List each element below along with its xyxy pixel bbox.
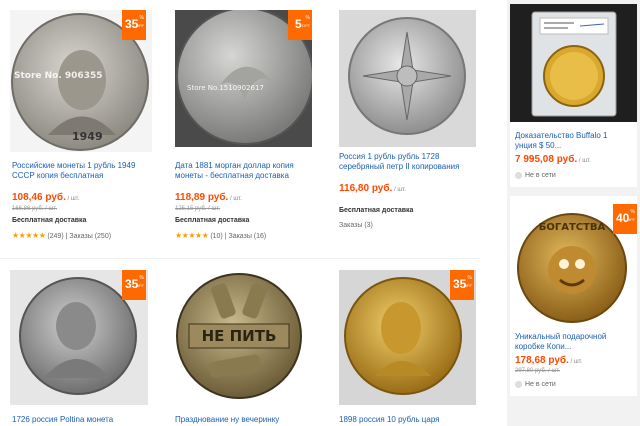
orders-count: Заказы (3) bbox=[339, 222, 373, 229]
svg-text:Store No.1510902617: Store No.1510902617 bbox=[187, 84, 264, 92]
old-price: 125,15 руб. / шт. bbox=[175, 206, 221, 212]
product-title[interactable]: 1726 россия Poltina монета bbox=[12, 415, 162, 425]
seller-status: Не в сети bbox=[515, 172, 556, 179]
product-card[interactable]: НЕ ПИТЬ Празднование ну вечеринку bbox=[175, 270, 325, 426]
product-image[interactable] bbox=[510, 4, 637, 122]
seller-status: Не в сети bbox=[515, 381, 556, 388]
rating-row: ★★★★★ (10) | Заказы (16) bbox=[175, 231, 267, 240]
discount-badge: 40 % OFF bbox=[613, 204, 637, 234]
shipping-label: Бесплатная доставка bbox=[12, 217, 87, 224]
svg-text:НЕ ПИТЬ: НЕ ПИТЬ bbox=[202, 327, 277, 345]
product-title[interactable]: Доказательство Buffalo 1 унция $ 50... bbox=[515, 131, 637, 151]
discount-badge: 35 % OFF bbox=[122, 10, 146, 40]
old-price: 297,80 руб. / шт. bbox=[515, 368, 561, 374]
product-title[interactable]: Уникальный подарочной коробке Копи... bbox=[515, 332, 637, 352]
rating-row: ★★★★★ (249) | Заказы (250) bbox=[12, 231, 112, 240]
shipping-label: Бесплатная доставка bbox=[339, 207, 414, 214]
product-price: 7 995,08 руб. / шт. bbox=[515, 154, 591, 165]
star-rating-icon: ★★★★★ bbox=[175, 231, 209, 240]
shipping-label: Бесплатная доставка bbox=[175, 217, 250, 224]
offline-status-icon bbox=[515, 172, 522, 179]
product-card[interactable]: Store No.1510902617 5 % OFF Дата 1881 мо… bbox=[175, 10, 325, 255]
row-divider bbox=[0, 258, 480, 259]
product-card[interactable]: 35 % OFF 1898 россия 10 рубль царя bbox=[339, 270, 489, 426]
product-image[interactable] bbox=[339, 10, 476, 147]
side-product-card[interactable]: Доказательство Buffalo 1 унция $ 50... 7… bbox=[510, 4, 637, 187]
discount-badge: 35 % OFF bbox=[122, 270, 146, 300]
discount-badge: 5 % OFF bbox=[288, 10, 312, 40]
product-price: 116,80 руб. / шт. bbox=[339, 183, 406, 194]
product-price: 178,68 руб. / шт. bbox=[515, 355, 583, 366]
product-title[interactable]: Российские монеты 1 рубль 1949 СССР копи… bbox=[12, 161, 162, 181]
discount-badge: 35 % OFF bbox=[450, 270, 474, 300]
product-title[interactable]: 1898 россия 10 рубль царя bbox=[339, 415, 489, 425]
recommended-sidebar: Доказательство Buffalo 1 унция $ 50... 7… bbox=[507, 0, 640, 426]
svg-text:Store No. 906355: Store No. 906355 bbox=[14, 71, 102, 81]
side-product-card[interactable]: БОГАТСТВА 40 % OFF Уникальный подарочной… bbox=[510, 196, 637, 396]
old-price: 166,86 руб. / шт. bbox=[12, 206, 58, 212]
product-price: 108,46 руб. / шт. bbox=[12, 192, 80, 203]
product-title[interactable]: Празднование ну вечеринку bbox=[175, 415, 325, 425]
product-title[interactable]: Дата 1881 морган доллар копия монеты - б… bbox=[175, 161, 325, 181]
star-rating-icon: ★★★★★ bbox=[12, 231, 46, 240]
product-card[interactable]: 35 % OFF 1726 россия Poltina монета bbox=[10, 270, 160, 426]
svg-text:1949: 1949 bbox=[72, 130, 103, 143]
svg-text:БОГАТСТВА: БОГАТСТВА bbox=[539, 222, 606, 233]
offline-status-icon bbox=[515, 381, 522, 388]
product-title[interactable]: Россия 1 рубль рубль 1728 серебряный пет… bbox=[339, 152, 489, 172]
product-card[interactable]: Россия 1 рубль рубль 1728 серебряный пет… bbox=[339, 10, 489, 255]
product-image[interactable]: НЕ ПИТЬ bbox=[175, 270, 302, 405]
product-price: 118,89 руб. / шт. bbox=[175, 192, 242, 203]
product-card[interactable]: 1949 Store No. 906355 35 % OFF Российски… bbox=[10, 10, 160, 255]
